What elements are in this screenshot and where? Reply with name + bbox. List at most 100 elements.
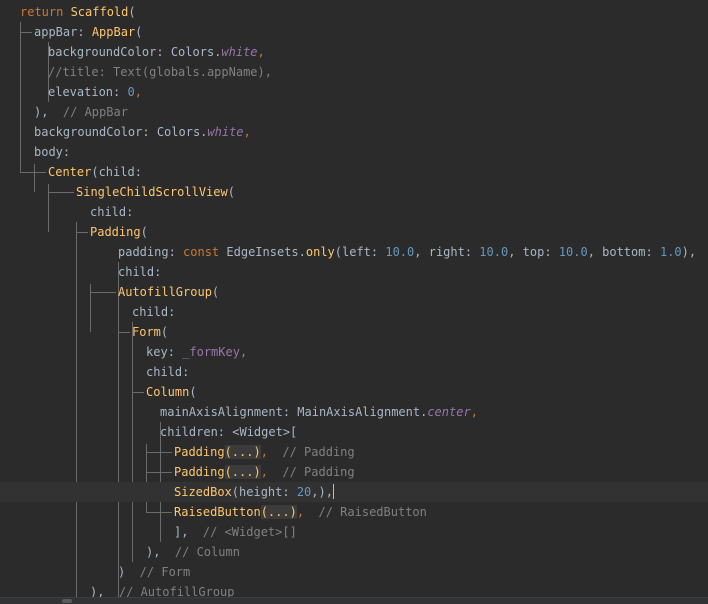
code-line[interactable]: ), // AutofillGroup bbox=[0, 582, 708, 597]
text-caret bbox=[332, 484, 334, 499]
code-token: SingleChildScrollView bbox=[76, 185, 228, 199]
code-line[interactable]: elevation: 0, bbox=[0, 82, 708, 102]
code-line[interactable]: SingleChildScrollView( bbox=[0, 182, 708, 202]
code-token: : Colors. bbox=[142, 125, 208, 139]
code-token: , bbox=[239, 345, 248, 359]
code-comment: // Column bbox=[160, 545, 240, 559]
code-comment: // Padding bbox=[267, 465, 355, 479]
code-line[interactable]: mainAxisAlignment: MainAxisAlignment.cen… bbox=[0, 402, 708, 422]
code-token: const bbox=[183, 245, 227, 259]
code-comment: // AppBar bbox=[48, 105, 128, 119]
code-line[interactable]: key: _formKey, bbox=[0, 342, 708, 362]
code-line[interactable]: child: bbox=[0, 302, 708, 322]
code-token: ], bbox=[174, 525, 189, 539]
code-line[interactable]: RaisedButton(...), // RaisedButton bbox=[0, 502, 708, 522]
code-token: (left: bbox=[334, 245, 386, 259]
code-line[interactable]: ), // AppBar bbox=[0, 102, 708, 122]
code-token: ), bbox=[681, 245, 697, 259]
code-token: : bbox=[113, 85, 128, 99]
code-token: 10.0 bbox=[479, 245, 509, 259]
code-token: Center bbox=[48, 165, 92, 179]
code-token: ( bbox=[135, 25, 143, 39]
code-comment: // RaisedButton bbox=[304, 505, 427, 519]
code-token: , bbox=[134, 85, 142, 99]
code-token: , bbox=[260, 465, 268, 479]
code-token: child bbox=[118, 265, 155, 279]
code-token: children bbox=[160, 425, 218, 439]
code-line[interactable]: backgroundColor: Colors.white, bbox=[0, 122, 708, 142]
code-token: : MainAxisAlignment. bbox=[282, 405, 428, 419]
code-line[interactable]: Padding(...), // Padding bbox=[0, 442, 708, 462]
code-token: SizedBox bbox=[174, 485, 232, 499]
code-token: elevation bbox=[48, 85, 114, 99]
code-token[interactable]: (...) bbox=[260, 505, 297, 519]
code-token: 20 bbox=[296, 485, 312, 499]
code-token: 0 bbox=[127, 85, 135, 99]
code-line[interactable]: ], // <Widget>[] bbox=[0, 522, 708, 542]
code-token: ( bbox=[160, 325, 169, 339]
code-token: _formKey bbox=[182, 345, 240, 359]
code-token: , bbox=[260, 445, 268, 459]
code-token: : bbox=[77, 25, 92, 39]
code-token: RaisedButton bbox=[174, 505, 261, 519]
code-token: , right: bbox=[414, 245, 480, 259]
code-line[interactable]: return Scaffold( bbox=[0, 2, 708, 22]
code-token: ), bbox=[146, 545, 161, 559]
code-token[interactable]: (...) bbox=[224, 445, 261, 459]
code-token: mainAxisAlignment bbox=[160, 405, 283, 419]
code-token: center bbox=[427, 405, 471, 419]
code-line[interactable]: //title: Text(globals.appName), bbox=[0, 62, 708, 82]
code-line[interactable]: Center(child: bbox=[0, 162, 708, 182]
code-token: child bbox=[146, 365, 183, 379]
code-token: , bbox=[296, 505, 305, 519]
code-token: child bbox=[132, 305, 169, 319]
code-token: 10.0 bbox=[558, 245, 588, 259]
code-token: ( bbox=[140, 225, 148, 239]
code-line[interactable]: backgroundColor: Colors.white, bbox=[0, 42, 708, 62]
code-token: Padding bbox=[174, 445, 225, 459]
code-token: only bbox=[305, 245, 335, 259]
code-token: Form bbox=[132, 325, 161, 339]
code-token: ( bbox=[128, 5, 136, 19]
code-token: key bbox=[146, 345, 168, 359]
code-comment: // AutofillGroup bbox=[104, 585, 235, 597]
code-token: , bbox=[470, 405, 478, 419]
code-line[interactable]: child: bbox=[0, 202, 708, 222]
code-token: : <Widget>[ bbox=[217, 425, 298, 439]
code-line[interactable]: ), // Column bbox=[0, 542, 708, 562]
code-line[interactable]: child: bbox=[0, 262, 708, 282]
code-token: appBar bbox=[34, 25, 78, 39]
code-token: : bbox=[62, 145, 71, 159]
code-token: . bbox=[298, 245, 306, 259]
code-line[interactable]: Column( bbox=[0, 382, 708, 402]
code-line[interactable]: AutofillGroup( bbox=[0, 282, 708, 302]
code-token: white bbox=[221, 45, 258, 59]
code-token: , bbox=[257, 45, 265, 59]
code-token: ,), bbox=[311, 485, 333, 499]
code-token: Padding bbox=[174, 465, 225, 479]
code-token: backgroundColor bbox=[48, 45, 157, 59]
code-token: ), bbox=[90, 585, 105, 597]
scrollbar-thumb[interactable] bbox=[62, 599, 72, 603]
code-line[interactable]: Padding(...), // Padding bbox=[0, 462, 708, 482]
code-comment: //title: Text(globals.appName), bbox=[48, 65, 272, 79]
code-comment: // Form bbox=[125, 565, 191, 579]
code-comment: // Padding bbox=[267, 445, 355, 459]
code-token: Padding bbox=[90, 225, 141, 239]
code-token: ( bbox=[189, 385, 197, 399]
code-editor[interactable]: return Scaffold(appBar: AppBar(backgroun… bbox=[0, 0, 708, 597]
code-token: padding bbox=[118, 245, 169, 259]
code-line[interactable]: children: <Widget>[ bbox=[0, 422, 708, 442]
code-line[interactable]: Padding( bbox=[0, 222, 708, 242]
code-token: Column bbox=[146, 385, 190, 399]
code-token: : Colors. bbox=[156, 45, 222, 59]
code-line[interactable]: body: bbox=[0, 142, 708, 162]
code-line[interactable]: ) // Form bbox=[0, 562, 708, 582]
code-line[interactable]: appBar: AppBar( bbox=[0, 22, 708, 42]
code-token: child bbox=[90, 205, 127, 219]
code-line[interactable]: padding: const EdgeInsets.only(left: 10.… bbox=[0, 242, 708, 262]
code-line[interactable]: child: bbox=[0, 362, 708, 382]
code-line[interactable]: SizedBox(height: 20,), bbox=[0, 482, 708, 502]
code-line[interactable]: Form( bbox=[0, 322, 708, 342]
code-token[interactable]: (...) bbox=[224, 465, 261, 479]
